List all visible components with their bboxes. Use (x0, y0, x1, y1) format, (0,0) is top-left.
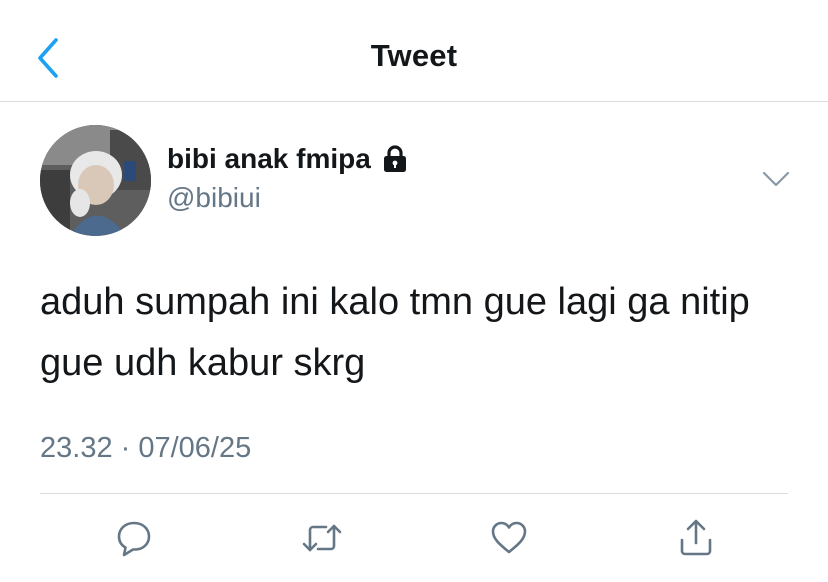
author-display-name: bibi anak fmipa (167, 143, 371, 174)
author-handle[interactable]: @bibiui (167, 182, 261, 214)
reply-button[interactable] (112, 516, 156, 560)
share-button[interactable] (674, 516, 718, 560)
retweet-icon (302, 524, 342, 552)
divider (40, 493, 788, 494)
like-button[interactable] (487, 516, 531, 560)
tweet-text: aduh sumpah ini kalo tmn gue lagi ga nit… (40, 281, 750, 384)
heart-icon (491, 521, 527, 554)
tweet-timestamp: 23.32 · 07/06/25 (40, 432, 252, 464)
reply-icon (117, 521, 151, 557)
page-title: Tweet (370, 38, 458, 73)
author-name-row[interactable]: bibi anak fmipa (167, 143, 409, 175)
lock-icon (383, 145, 406, 172)
chevron-down-icon (762, 171, 790, 187)
navigation-header: Tweet (0, 0, 828, 102)
retweet-button[interactable] (300, 516, 344, 560)
avatar-photo (40, 125, 151, 236)
avatar[interactable] (40, 125, 151, 236)
tweet-detail-screen: Tweet bibi anak fmipa @bibiui aduh sumpa… (0, 0, 828, 582)
tweet-options-button[interactable] (758, 164, 794, 194)
share-icon (680, 519, 712, 556)
